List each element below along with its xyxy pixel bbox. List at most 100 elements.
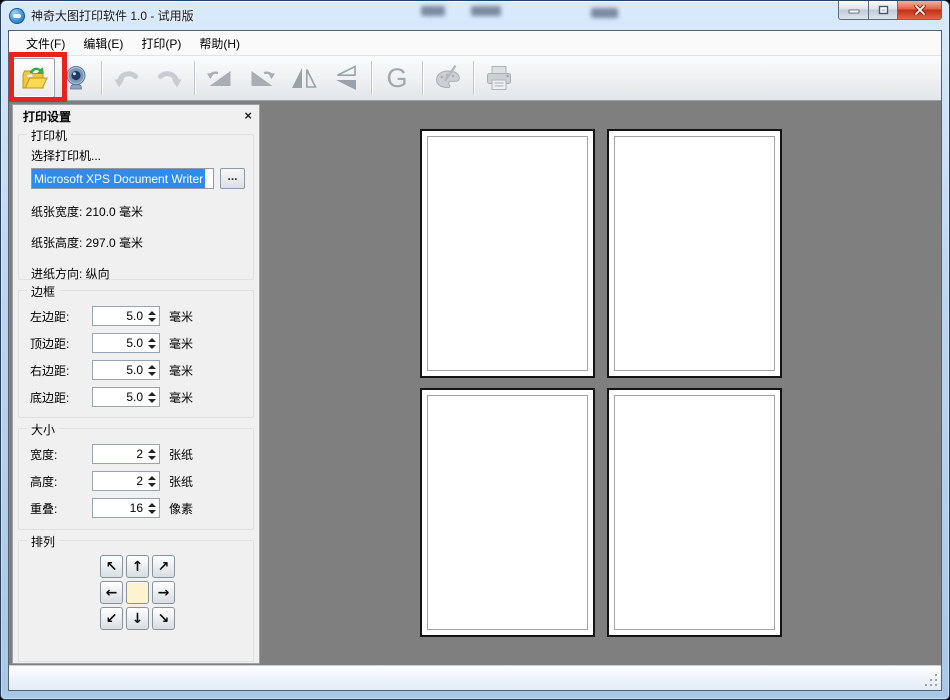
close-icon [913,5,926,15]
titlebar-artifact [471,6,501,16]
bottom-margin-input[interactable] [93,388,145,406]
bottom-margin-label: 底边距: [30,390,70,405]
maximize-icon [878,5,888,15]
align-bottom-right-button[interactable]: ↘ [152,607,175,630]
spin-up-icon[interactable] [148,502,156,507]
window-controls [838,1,942,20]
grayscale-button[interactable]: G [376,58,418,98]
width-label: 宽度: [30,447,58,462]
spin-up-icon[interactable] [148,310,156,315]
left-margin-spinner[interactable] [92,306,160,326]
width-spinner[interactable] [92,444,160,464]
height-input[interactable] [93,472,145,490]
printer-name-value: Microsoft XPS Document Writer [32,169,206,188]
spin-up-icon[interactable] [148,391,156,396]
overlap-spinner[interactable] [92,498,160,518]
arrange-grid: ↖ ↑ ↗ ← → ↙ ↓ ↘ [100,555,249,630]
redo-button[interactable] [148,58,190,98]
align-top-button[interactable]: ↑ [126,555,149,578]
align-top-left-button[interactable]: ↖ [100,555,123,578]
panel-close-icon[interactable]: × [244,109,252,122]
top-margin-spinner[interactable] [92,333,160,353]
resize-grip[interactable] [925,674,939,688]
page-margin [426,136,588,371]
align-top-right-button[interactable]: ↗ [152,555,175,578]
page-preview-3 [419,388,595,637]
rotate-left-icon [207,71,231,86]
window-title: 神奇大图打印软件 1.0 - 试用版 [31,9,194,23]
spin-up-icon[interactable] [148,448,156,453]
left-margin-input[interactable] [93,307,145,325]
top-margin-input[interactable] [93,334,145,352]
page-preview-2 [606,129,782,378]
bottom-margin-spinner[interactable] [92,387,160,407]
redo-icon [158,71,182,88]
width-unit: 张纸 [169,447,194,462]
right-margin-input[interactable] [93,361,145,379]
left-margin-unit: 毫米 [169,309,194,324]
toolbar-separator [371,61,372,95]
client-area: 文件(F) 编辑(E) 打印(P) 帮助(H) G 打印设置 × 打印机 选择打… [8,30,942,691]
spin-down-icon[interactable] [148,509,156,514]
toolbar-separator [473,61,474,95]
menu-print[interactable]: 打印(P) [132,31,190,56]
menu-edit[interactable]: 编辑(E) [74,31,132,56]
pages-area [260,101,941,665]
size-group: 大小 宽度: 张纸 高度: [18,421,254,530]
panel-header: 打印设置 × [13,105,259,124]
flip-horizontal-button[interactable] [283,58,325,98]
titlebar-artifact [421,6,445,16]
paper-width-info: 纸张宽度: 210.0 毫米 [31,205,144,219]
spin-down-icon[interactable] [148,482,156,487]
print-button[interactable] [478,58,520,98]
pages-grid [419,129,782,637]
close-button[interactable] [898,1,942,20]
width-input[interactable] [93,445,145,463]
palette-button[interactable] [427,58,469,98]
minimize-button[interactable] [838,1,868,20]
spin-down-icon[interactable] [148,371,156,376]
statusbar [9,665,941,690]
grayscale-icon: G [386,62,408,93]
paper-height-info: 纸张高度: 297.0 毫米 [31,236,144,250]
spin-up-icon[interactable] [148,475,156,480]
align-bottom-left-button[interactable]: ↙ [100,607,123,630]
align-left-button[interactable]: ← [100,581,123,604]
print-settings-panel: 打印设置 × 打印机 选择打印机... Microsoft XPS Docume… [12,104,260,664]
rotate-right-button[interactable] [241,58,283,98]
overlap-label: 重叠: [30,501,58,516]
spin-down-icon[interactable] [148,317,156,322]
align-bottom-button[interactable]: ↓ [126,607,149,630]
feed-direction-info: 进纸方向: 纵向 [31,267,110,281]
overlap-input[interactable] [93,499,145,517]
flip-vertical-button[interactable] [325,58,367,98]
highlight-box [9,52,67,102]
right-margin-label: 右边距: [30,363,70,378]
panel-title: 打印设置 [23,109,72,124]
spin-up-icon[interactable] [148,364,156,369]
border-group: 边框 左边距: 毫米 顶边距: [18,283,254,418]
page-preview-4 [606,388,782,637]
flip-horizontal-icon [292,68,317,88]
menu-help[interactable]: 帮助(H) [190,31,249,56]
right-margin-spinner[interactable] [92,360,160,380]
align-center-button[interactable] [126,581,149,604]
height-label: 高度: [30,474,58,489]
printer-group: 打印机 选择打印机... Microsoft XPS Document Writ… [18,127,254,281]
height-spinner[interactable] [92,471,160,491]
spin-down-icon[interactable] [148,344,156,349]
spin-down-icon[interactable] [148,398,156,403]
browse-printer-button[interactable]: ... [220,168,245,189]
palette-icon [435,65,460,89]
app-window: 神奇大图打印软件 1.0 - 试用版 文件(F) 编辑(E) 打印(P) 帮助(… [0,0,950,700]
undo-button[interactable] [106,58,148,98]
align-right-button[interactable]: → [152,581,175,604]
spin-up-icon[interactable] [148,337,156,342]
toolbar-separator [422,61,423,95]
toolbar-separator [194,61,195,95]
undo-icon [114,71,138,88]
spin-down-icon[interactable] [148,455,156,460]
printer-name-field[interactable]: Microsoft XPS Document Writer [31,168,214,189]
maximize-button[interactable] [868,1,898,20]
rotate-left-button[interactable] [199,58,241,98]
